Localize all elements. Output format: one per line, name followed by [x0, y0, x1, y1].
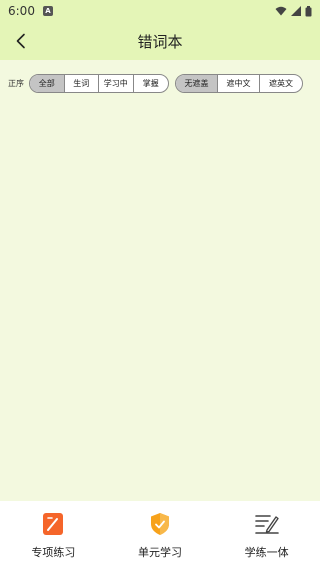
filter-new-words[interactable]: 生词	[65, 75, 99, 92]
sort-order-toggle[interactable]: 正序	[8, 78, 27, 89]
battery-icon	[305, 5, 312, 16]
filter-learning[interactable]: 学习中	[99, 75, 134, 92]
signal-icon	[291, 6, 301, 16]
pencil-note-icon	[40, 511, 66, 537]
chevron-left-icon	[16, 33, 25, 49]
filter-all[interactable]: 全部	[30, 75, 65, 92]
nav-label: 学练一体	[244, 546, 289, 559]
mask-english[interactable]: 遮英文	[260, 75, 302, 92]
status-bar: 6:00 A	[0, 0, 320, 22]
status-indicators	[275, 5, 312, 17]
status-filter-segment: 全部 生词 学习中 掌握	[29, 74, 169, 93]
page-title: 错词本	[137, 32, 183, 51]
notification-a-icon: A	[42, 6, 53, 16]
filter-row: 正序 全部 生词 学习中 掌握 无遮盖 遮中文 遮英文	[8, 74, 303, 93]
nav-special-practice[interactable]: 专项练习	[0, 501, 107, 568]
header-bar: 错词本	[0, 22, 320, 60]
shield-check-icon	[147, 511, 173, 537]
mask-chinese[interactable]: 遮中文	[218, 75, 260, 92]
mask-filter-segment: 无遮盖 遮中文 遮英文	[175, 74, 303, 93]
bottom-nav: 专项练习 单元学习 学练一体	[0, 501, 320, 568]
nav-learn-practice[interactable]: 学练一体	[213, 501, 320, 568]
nav-label: 专项练习	[31, 546, 76, 559]
filter-mastered[interactable]: 掌握	[134, 75, 169, 92]
nav-unit-study[interactable]: 单元学习	[107, 501, 214, 568]
wifi-icon	[275, 6, 287, 16]
back-button[interactable]	[8, 28, 34, 54]
status-time: 6:00	[8, 4, 35, 18]
mask-none[interactable]: 无遮盖	[176, 75, 218, 92]
edit-lines-icon	[254, 511, 280, 537]
nav-label: 单元学习	[138, 546, 182, 559]
